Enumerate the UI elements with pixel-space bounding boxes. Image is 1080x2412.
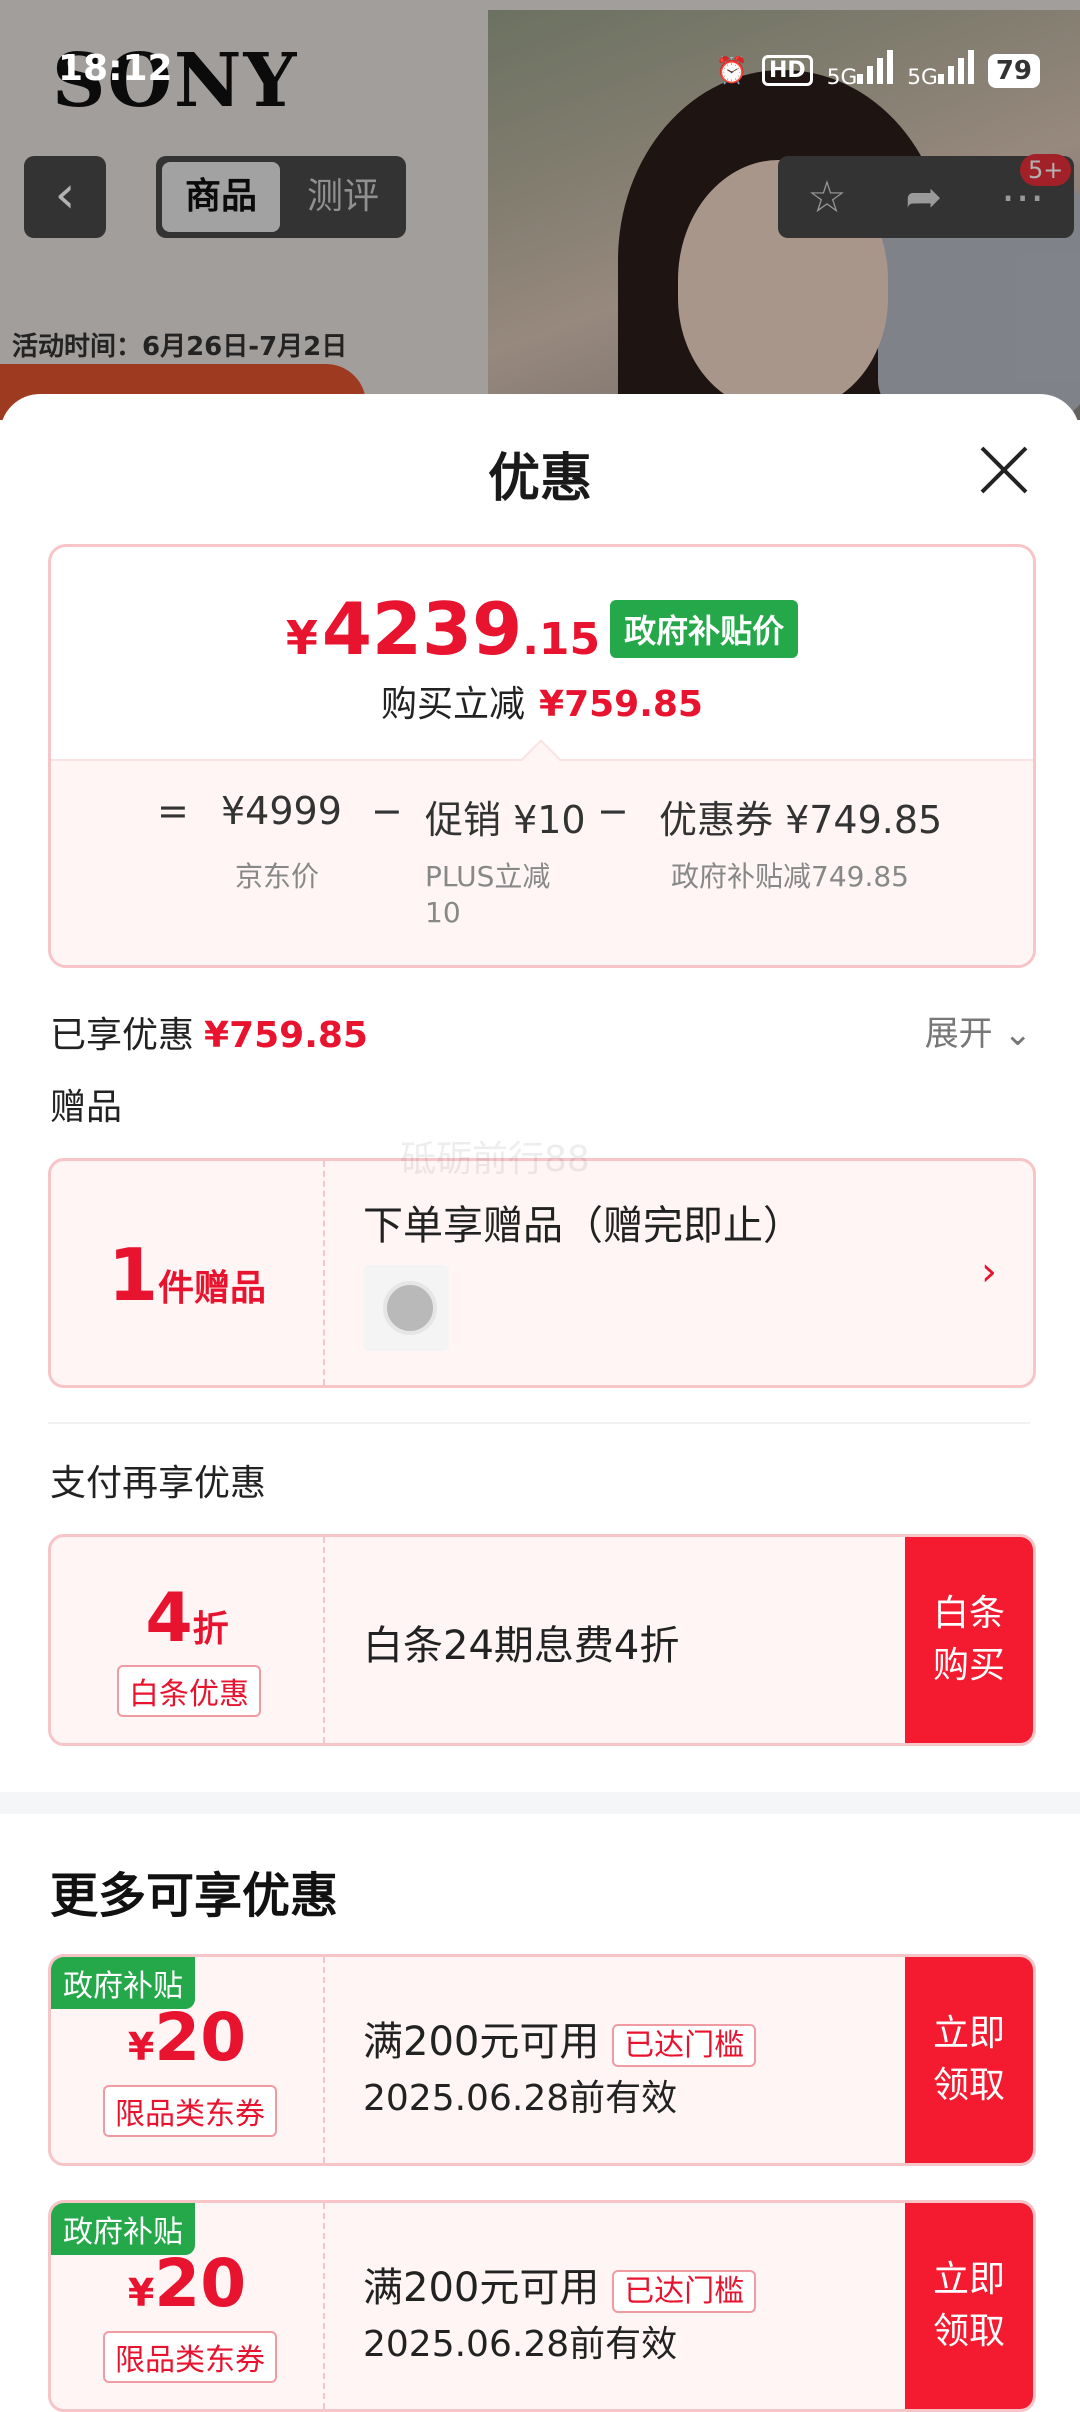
status-time: 18:12 xyxy=(58,48,173,89)
product-page-background: SONY 活动时间：6月26日-7月2日 ‹ 商品 测评 ☆ ➦ ⋯ 5+ 18… xyxy=(0,0,1080,420)
jd-price-label: 京东价 xyxy=(235,860,320,893)
coupon-type: 限品类东券 xyxy=(103,2331,277,2383)
coupon-card: 政府补贴 ¥20 限品类东券 满200元可用 已达门槛 2025.06.28前有… xyxy=(48,1954,1036,2166)
final-price: ¥4239.15 xyxy=(285,587,601,671)
battery-icon: 79 xyxy=(987,53,1040,88)
gift-card[interactable]: 1件赠品 下单享赠品（赠完即止） › xyxy=(48,1158,1036,1388)
baitiao-text: 白条24期息费4折 xyxy=(363,1623,680,1669)
chevron-right-icon: › xyxy=(981,1249,997,1295)
discount-sheet: 优惠 ¥4239.15 政府补贴价 购买立减 ¥759.85 = ¥4999 京东… xyxy=(0,394,1080,2412)
hd-icon: HD xyxy=(762,55,813,86)
baitiao-tag: 白条优惠 xyxy=(117,1665,261,1717)
gov-subsidy-tag: 政府补贴价 xyxy=(610,600,799,658)
more-discounts-title: 更多可享优惠 xyxy=(50,1868,339,1924)
enjoyed-discount: 已享优惠 ¥759.85 xyxy=(50,1015,368,1056)
coupon-amount: ¥20 xyxy=(127,2245,247,2322)
price-breakdown: = ¥4999 京东价 − 促销 ¥10 PLUS立减 10 − 优惠券 ¥749… xyxy=(51,759,1033,965)
close-icon[interactable] xyxy=(974,440,1034,500)
price-card: ¥4239.15 政府补贴价 购买立减 ¥759.85 = ¥4999 京东价 −… xyxy=(48,544,1036,968)
coupon-condition: 满200元可用 已达门槛 xyxy=(363,2255,757,2313)
gift-section-label: 赠品 xyxy=(50,1087,123,1128)
pay-section-label: 支付再享优惠 xyxy=(50,1463,267,1504)
coupon-label: 政府补贴减749.85 xyxy=(671,860,909,893)
coupon-card: 政府补贴 ¥20 限品类东券 满200元可用 已达门槛 2025.06.28前有… xyxy=(48,2200,1036,2412)
promo-label: PLUS立减 10 xyxy=(425,860,551,929)
coupon-amount: ¥20 xyxy=(127,1999,247,2076)
claim-coupon-button[interactable]: 立即 领取 xyxy=(905,2203,1033,2409)
alarm-icon: ⏰ xyxy=(715,55,748,86)
watermark: 砥砺前行88 xyxy=(400,1139,590,1180)
coupon-validity: 2025.06.28前有效 xyxy=(363,2078,678,2119)
discount-value: 4折 xyxy=(145,1579,229,1658)
status-bar: 18:12 ⏰ HD 5G 5G 79 xyxy=(0,0,1080,140)
coupon-condition: 满200元可用 已达门槛 xyxy=(363,2009,757,2067)
coupon-amount: 优惠券 ¥749.85 xyxy=(659,798,943,842)
promo-amount: 促销 ¥10 xyxy=(425,798,586,842)
gift-title: 下单享赠品（赠完即止） xyxy=(363,1203,803,1249)
sheet-title: 优惠 xyxy=(487,449,592,509)
baitiao-buy-button[interactable]: 白条 购买 xyxy=(905,1537,1033,1743)
jd-price: ¥4999 xyxy=(221,789,342,833)
purchase-reduction: 购买立减 ¥759.85 xyxy=(381,684,703,725)
claim-coupon-button[interactable]: 立即 领取 xyxy=(905,1957,1033,2163)
threshold-met-tag: 已达门槛 xyxy=(612,2270,757,2313)
signal-icon: 5G xyxy=(827,50,894,91)
baitiao-card: 4折 白条优惠 白条24期息费4折 白条 购买 xyxy=(48,1534,1036,1746)
coupon-type: 限品类东券 xyxy=(103,2085,277,2137)
expand-button[interactable]: 展开 ⌄ xyxy=(925,1006,1032,1055)
threshold-met-tag: 已达门槛 xyxy=(612,2024,757,2067)
signal-icon-2: 5G xyxy=(907,50,974,91)
gift-thumbnail xyxy=(363,1265,449,1351)
gift-count: 1件赠品 xyxy=(107,1233,267,1317)
coupon-validity: 2025.06.28前有效 xyxy=(363,2324,678,2365)
chevron-down-icon: ⌄ xyxy=(1003,1014,1033,1054)
